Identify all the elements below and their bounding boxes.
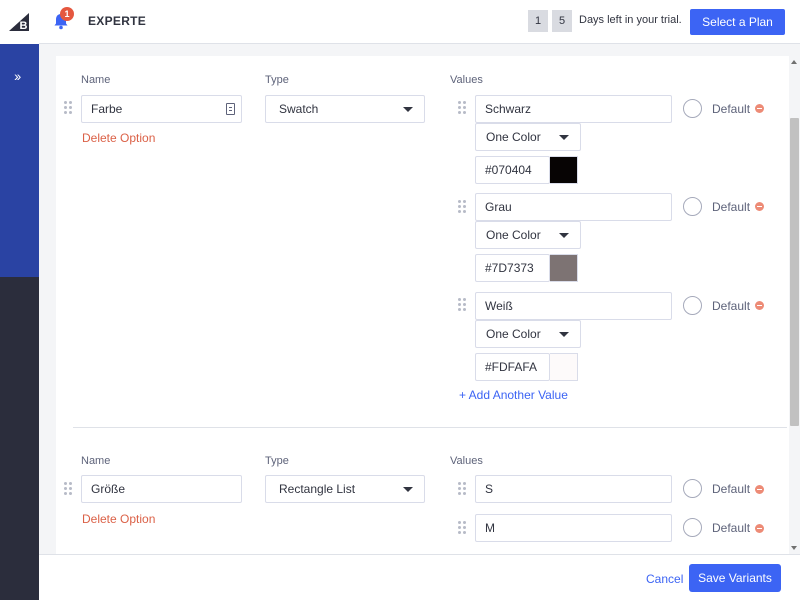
option-name-input[interactable]: Farbe — [81, 95, 242, 123]
color-mode-value: One Color — [486, 130, 541, 144]
default-radio[interactable] — [683, 296, 702, 315]
action-footer: Cancel Save Variants — [39, 554, 800, 600]
type-column-label: Type — [265, 74, 289, 86]
values-column-label: Values — [450, 455, 483, 467]
hex-input[interactable]: #7D7373 — [475, 254, 550, 282]
value-text: S — [485, 482, 494, 496]
default-label: Default — [712, 299, 751, 313]
color-mode-value: One Color — [486, 228, 541, 242]
svg-text:B: B — [20, 20, 28, 31]
default-label: Default — [712, 200, 751, 214]
value-text: Weiß — [485, 299, 513, 313]
default-label: Default — [712, 482, 751, 496]
scrollbar-thumb[interactable] — [790, 118, 799, 426]
option-type-value: Rectangle List — [279, 482, 356, 496]
nav-blue-section — [0, 44, 39, 277]
default-label: Default — [712, 521, 751, 535]
chevron-down-icon — [403, 107, 413, 112]
drag-handle-icon[interactable] — [458, 482, 466, 496]
trial-day-digit: 5 — [552, 10, 572, 32]
default-radio[interactable] — [683, 197, 702, 216]
delete-option-link[interactable]: Delete Option — [82, 512, 155, 526]
color-swatch[interactable] — [550, 353, 578, 381]
value-input[interactable]: Weiß — [475, 292, 672, 320]
minus-circle-icon[interactable] — [755, 202, 764, 211]
option-divider — [73, 427, 787, 428]
drag-handle-icon[interactable] — [458, 200, 466, 214]
option-name-input[interactable]: Größe — [81, 475, 242, 503]
select-plan-button[interactable]: Select a Plan — [690, 9, 785, 35]
chevron-down-icon — [559, 332, 569, 337]
minus-circle-icon[interactable] — [755, 485, 764, 494]
drag-handle-icon[interactable] — [64, 482, 72, 496]
chevron-down-icon — [559, 135, 569, 140]
delete-option-link[interactable]: Delete Option — [82, 131, 155, 145]
scroll-up-icon[interactable] — [791, 60, 797, 64]
option-name-value: Farbe — [91, 102, 123, 116]
value-input[interactable]: M — [475, 514, 672, 542]
type-column-label: Type — [265, 455, 289, 467]
option-type-select[interactable]: Rectangle List — [265, 475, 425, 503]
default-radio[interactable] — [683, 99, 702, 118]
color-mode-select[interactable]: One Color — [475, 320, 581, 348]
value-text: Schwarz — [485, 102, 532, 116]
drag-handle-icon[interactable] — [458, 298, 466, 312]
default-label: Default — [712, 102, 751, 116]
value-text: M — [485, 521, 495, 535]
drag-handle-icon[interactable] — [458, 521, 466, 535]
minus-circle-icon[interactable] — [755, 524, 764, 533]
autofill-icon — [226, 103, 235, 115]
scroll-down-icon[interactable] — [791, 546, 797, 550]
options-panel: Name Type Values Farbe Swatch Delete Opt… — [56, 56, 792, 554]
values-column-label: Values — [450, 74, 483, 86]
value-input[interactable]: Grau — [475, 193, 672, 221]
drag-handle-icon[interactable] — [458, 101, 466, 115]
value-input[interactable]: S — [475, 475, 672, 503]
color-mode-select[interactable]: One Color — [475, 221, 581, 249]
bigcommerce-logo-icon: B — [9, 13, 29, 31]
minus-circle-icon[interactable] — [755, 301, 764, 310]
chevron-down-icon — [403, 487, 413, 492]
option-type-value: Swatch — [279, 102, 319, 116]
hex-value: #7D7373 — [485, 261, 534, 275]
default-radio[interactable] — [683, 518, 702, 537]
cancel-link[interactable]: Cancel — [646, 572, 683, 586]
drag-handle-icon[interactable] — [64, 101, 72, 115]
left-nav: B ›› — [0, 0, 39, 600]
save-variants-button[interactable]: Save Variants — [689, 564, 781, 592]
minus-circle-icon[interactable] — [755, 104, 764, 113]
trial-day-digit: 1 — [528, 10, 548, 32]
hex-value: #070404 — [485, 163, 532, 177]
color-swatch[interactable] — [550, 156, 578, 184]
top-header: 1 EXPERTE 1 5 Days left in your trial. S… — [39, 0, 800, 44]
logo-container[interactable]: B — [0, 0, 39, 44]
color-mode-select[interactable]: One Color — [475, 123, 581, 151]
name-column-label: Name — [81, 74, 111, 86]
trial-text: Days left in your trial. — [579, 14, 682, 26]
hex-input[interactable]: #070404 — [475, 156, 550, 184]
option-name-value: Größe — [91, 482, 126, 496]
color-swatch[interactable] — [550, 254, 578, 282]
store-name: EXPERTE — [88, 14, 147, 28]
value-text: Grau — [485, 200, 512, 214]
value-input[interactable]: Schwarz — [475, 95, 672, 123]
hex-value: #FDFAFA — [485, 360, 538, 374]
default-radio[interactable] — [683, 479, 702, 498]
vertical-scrollbar[interactable] — [789, 56, 800, 554]
option-type-select[interactable]: Swatch — [265, 95, 425, 123]
name-column-label: Name — [81, 455, 111, 467]
double-chevron-right-icon[interactable]: ›› — [14, 68, 21, 84]
content-area: Name Type Values Farbe Swatch Delete Opt… — [39, 44, 800, 554]
chevron-down-icon — [559, 233, 569, 238]
add-value-link[interactable]: + Add Another Value — [459, 388, 568, 402]
notification-badge: 1 — [60, 7, 74, 21]
color-mode-value: One Color — [486, 327, 541, 341]
hex-input[interactable]: #FDFAFA — [475, 353, 550, 381]
